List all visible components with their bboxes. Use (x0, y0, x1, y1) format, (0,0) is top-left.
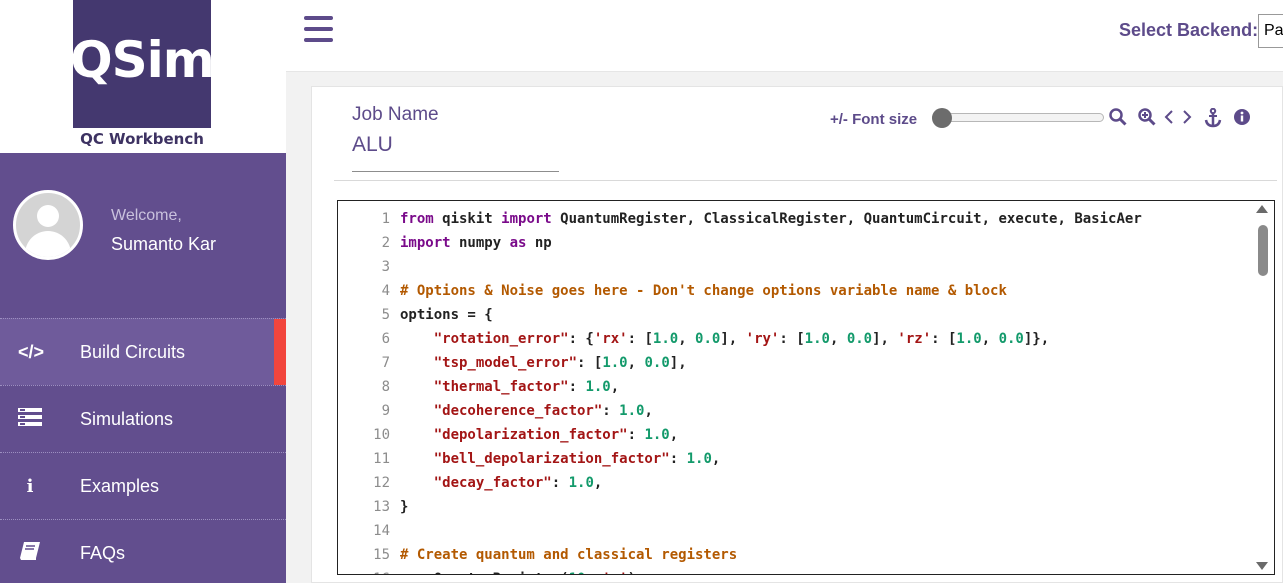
logo-subtitle: QC Workbench (80, 130, 204, 148)
code-text: # Options & Noise goes here - Don't chan… (400, 283, 1007, 299)
line-number: 16 (338, 567, 390, 574)
code-text: "depolarization_factor": 1.0, (433, 427, 679, 443)
font-size-label: +/- Font size (830, 111, 918, 128)
code-text: } (400, 499, 409, 515)
welcome-text: Welcome, (111, 207, 182, 224)
code-text: options = { (400, 307, 493, 323)
code-line[interactable]: 12 "decay_factor": 1.0, (338, 471, 1274, 495)
scroll-down-arrow-icon[interactable] (1256, 562, 1268, 570)
sidebar: QSim QC Workbench Welcome, Sumanto Kar <… (0, 0, 286, 583)
code-line[interactable]: 16 QuantumRegister(10, 'q') (338, 567, 1274, 574)
code-icon: </> (18, 341, 45, 362)
code-line[interactable]: 7 "tsp_model_error": [1.0, 0.0], (338, 351, 1274, 375)
code-editor[interactable]: 1 from qiskit import QuantumRegister, Cla… (337, 200, 1275, 575)
sidebar-item-examples[interactable]: i Examples (0, 452, 286, 519)
brand: QSim QC Workbench (0, 0, 286, 153)
divider (334, 180, 1277, 181)
top-bar: Select Backend: Pa (286, 0, 1283, 72)
code-line[interactable]: 3 (338, 255, 1274, 279)
username: Sumanto Kar (111, 234, 217, 254)
code-line[interactable]: 15 # Create quantum and classical registe… (338, 543, 1274, 567)
job-name-label: Job Name (352, 104, 439, 125)
code-text: "rotation_error": {'rx': [1.0, 0.0], 'ry… (433, 331, 1050, 347)
code-text: "tsp_model_error": [1.0, 0.0], (433, 355, 687, 371)
code-line[interactable]: 13} (338, 495, 1274, 519)
code-line[interactable]: 9 "decoherence_factor": 1.0, (338, 399, 1274, 423)
line-number: 4 (381, 283, 390, 299)
sidebar-item-simulations[interactable]: Simulations (0, 385, 286, 452)
logo[interactable]: QSim (70, 0, 215, 128)
line-number: 13 (373, 499, 390, 515)
line-number: 15 (373, 547, 390, 563)
code-text: "thermal_factor": 1.0, (433, 379, 620, 395)
code-text: import numpy as np (400, 235, 552, 251)
code-text: # Create quantum and classical registers (400, 547, 738, 563)
code-line[interactable]: 10 "depolarization_factor": 1.0, (338, 423, 1274, 447)
code-text: "decay_factor": 1.0, (433, 475, 603, 491)
font-size-slider-thumb[interactable] (932, 108, 952, 128)
line-number: 9 (381, 403, 390, 419)
code-line[interactable]: 11 "bell_depolarization_factor": 1.0, (338, 447, 1274, 471)
code-line[interactable]: 8 "thermal_factor": 1.0, (338, 375, 1274, 399)
code-text: "bell_depolarization_factor": 1.0, (433, 451, 721, 467)
backend-label: Select Backend: (1119, 20, 1259, 40)
font-size-slider[interactable] (932, 113, 1104, 122)
menu-icon[interactable] (304, 16, 333, 42)
line-number: 2 (381, 235, 390, 251)
main-content: Job Name ALU +/- Font size 1 from qiskit … (286, 72, 1283, 583)
line-number: 10 (373, 427, 390, 443)
code-text: QuantumRegister(10, 'q') (400, 567, 636, 574)
line-number: 3 (381, 259, 390, 275)
sidebar-item-faqs[interactable]: FAQs (0, 519, 286, 586)
sidebar-item-label: Build Circuits (80, 341, 186, 362)
workbench-card: Job Name ALU +/- Font size 1 from qiskit … (311, 86, 1283, 583)
server-icon (18, 407, 42, 431)
zoom-in-icon[interactable] (1138, 108, 1156, 130)
anchor-icon[interactable] (1204, 108, 1222, 130)
code-line[interactable]: 2 import numpy as np (338, 231, 1274, 255)
job-name-input[interactable]: ALU (352, 132, 559, 172)
code-lines: 1 from qiskit import QuantumRegister, Cla… (338, 207, 1274, 574)
line-number: 14 (373, 523, 390, 539)
sidebar-item-label: FAQs (80, 542, 126, 563)
code-line[interactable]: 1 from qiskit import QuantumRegister, Cla… (338, 207, 1274, 231)
avatar (13, 190, 83, 260)
editor-scrollbar[interactable] (1251, 201, 1274, 574)
user-profile: Welcome, Sumanto Kar (0, 153, 286, 318)
line-number: 7 (381, 355, 390, 371)
backend-select[interactable]: Pa (1258, 14, 1283, 48)
code-text: from qiskit import QuantumRegister, Clas… (400, 211, 1142, 227)
book-icon (18, 541, 42, 566)
line-number: 12 (373, 475, 390, 491)
code-line[interactable]: 6 "rotation_error": {'rx': [1.0, 0.0], '… (338, 327, 1274, 351)
line-number: 11 (373, 451, 390, 467)
scroll-up-arrow-icon[interactable] (1256, 205, 1268, 213)
line-number: 8 (381, 379, 390, 395)
line-number: 1 (381, 211, 390, 227)
line-number: 5 (381, 307, 390, 323)
code-line[interactable]: 4 # Options & Noise goes here - Don't cha… (338, 279, 1274, 303)
sidebar-item-label: Simulations (80, 408, 174, 429)
info-icon: i (26, 475, 34, 497)
info-circle-icon[interactable] (1233, 108, 1251, 130)
search-icon[interactable] (1109, 108, 1127, 130)
code-line[interactable]: 5 options = { (338, 303, 1274, 327)
chevron-right-icon[interactable] (1182, 108, 1192, 130)
sidebar-nav: </> Build Circuits Simulations i Example… (0, 318, 286, 586)
chevron-left-icon[interactable] (1164, 108, 1174, 130)
code-line[interactable]: 14 (338, 519, 1274, 543)
code-text: "decoherence_factor": 1.0, (433, 403, 653, 419)
logo-text: QSim (70, 31, 215, 89)
line-number: 6 (381, 331, 390, 347)
sidebar-item-label: Examples (80, 475, 160, 496)
scroll-thumb[interactable] (1258, 225, 1268, 276)
sidebar-item-build-circuits[interactable]: </> Build Circuits (0, 318, 286, 385)
